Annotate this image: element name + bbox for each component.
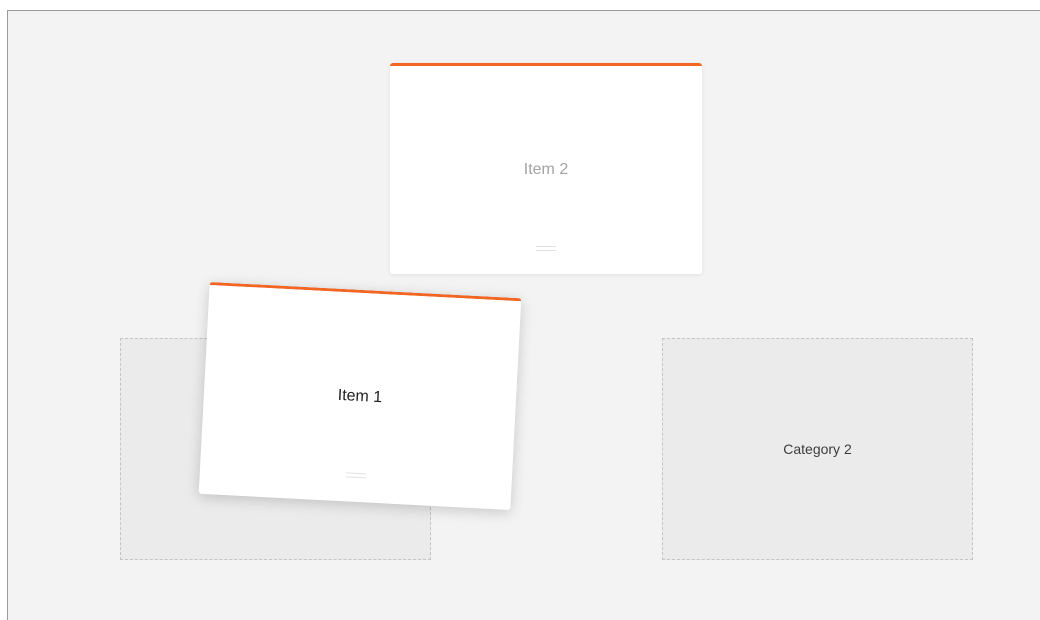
drag-handle-icon[interactable] (345, 472, 366, 479)
item-label-1: Item 1 (337, 386, 383, 407)
item-card-1[interactable]: Item 1 (198, 281, 522, 511)
category-label-2: Category 2 (783, 441, 852, 457)
item-card-2[interactable]: Item 2 (390, 63, 702, 274)
item-label-2: Item 2 (523, 161, 569, 178)
drag-handle-icon[interactable] (536, 246, 556, 251)
category-dropzone-2[interactable]: Category 2 (662, 338, 973, 560)
sorting-canvas: Category 2 Item 2 Item 1 (7, 10, 1040, 620)
